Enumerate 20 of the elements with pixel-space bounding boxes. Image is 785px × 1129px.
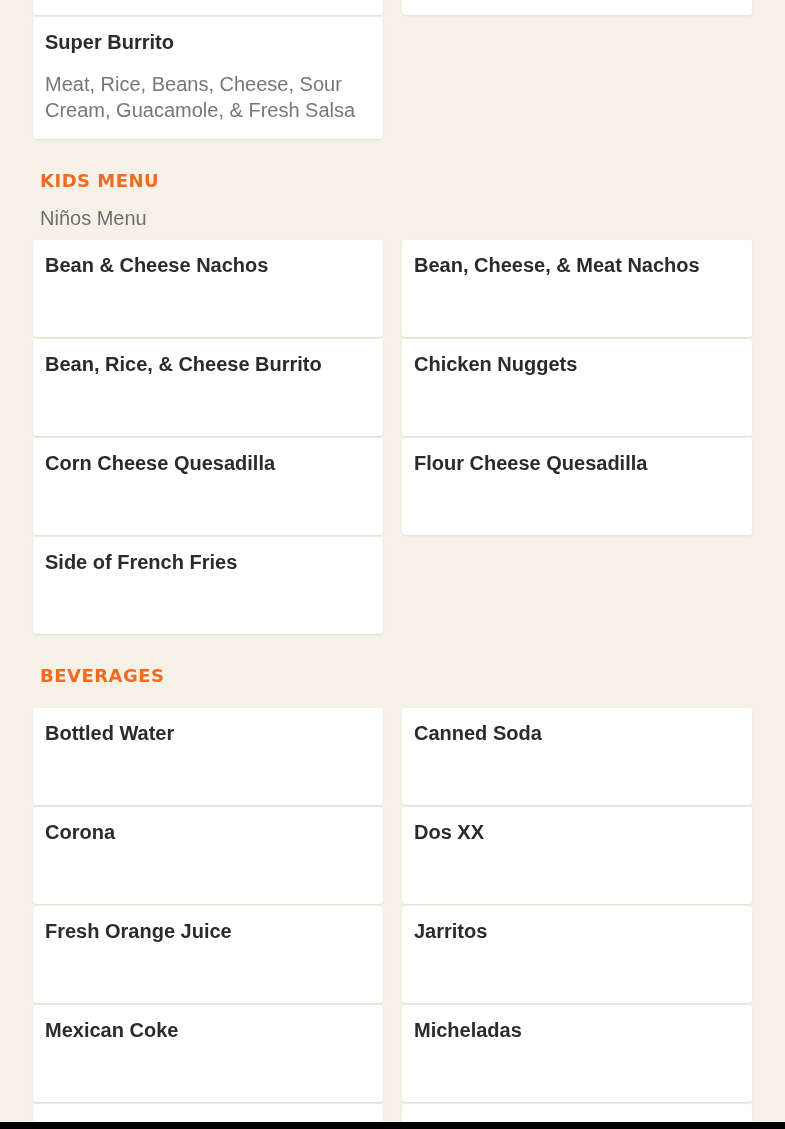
item-name: Side of French Fries xyxy=(45,550,239,575)
item-name: Bean & Cheese Nachos xyxy=(45,253,270,278)
item-name: Micheladas xyxy=(414,1018,523,1043)
item-name: Bean, Rice, & Cheese Burrito xyxy=(45,352,323,377)
item-name: Super Burrito xyxy=(45,30,175,55)
section-heading: KIDS MENU xyxy=(39,169,161,193)
item-description: Meat, Rice, Beans, Cheese, Sour Cream, Guacamole, & Fresh Salsa xyxy=(45,72,357,123)
item-name: Flour Cheese Quesadilla xyxy=(414,451,649,476)
item-name: Corona xyxy=(45,820,117,845)
item-name: Canned Soda xyxy=(414,721,543,746)
item-name: Chicken Nuggets xyxy=(414,352,579,377)
section-subtitle: Niños Menu xyxy=(39,206,148,231)
item-name: Fresh Orange Juice xyxy=(45,919,233,944)
item-name: Jarritos xyxy=(414,919,489,944)
item-name: Mexican Coke xyxy=(45,1018,180,1043)
section-heading: BEVERAGES xyxy=(39,664,166,688)
item-name: Corn Cheese Quesadilla xyxy=(45,451,277,476)
item-name: Bean, Cheese, & Meat Nachos xyxy=(414,253,701,278)
item-name: Dos XX xyxy=(414,820,486,845)
item-name: Bottled Water xyxy=(45,721,176,746)
